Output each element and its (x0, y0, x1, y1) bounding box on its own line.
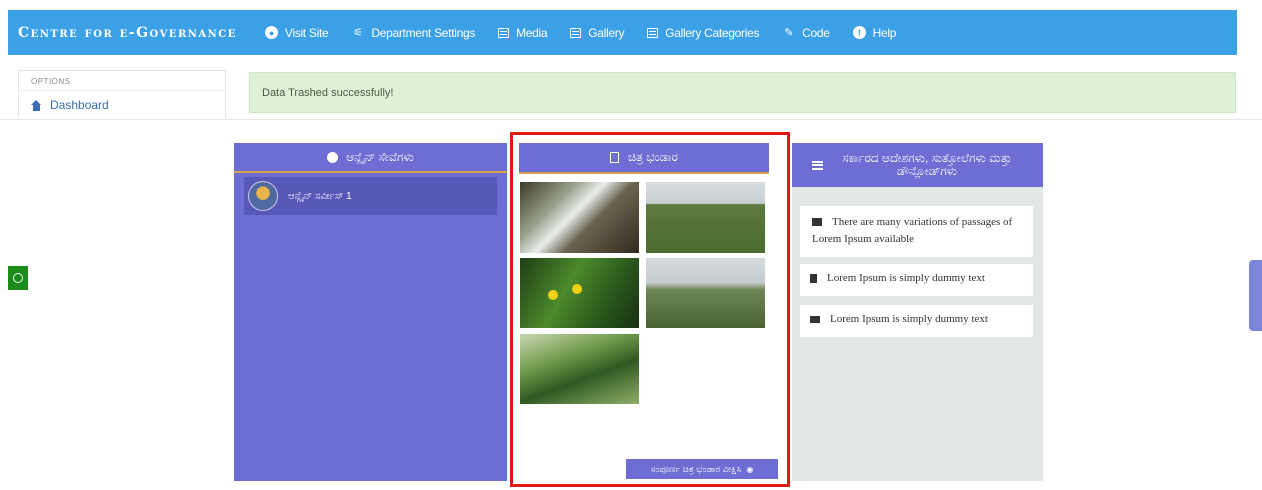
nav-code[interactable]: ✎ Code (782, 26, 830, 40)
gallery-thumbnail-flowers[interactable] (520, 258, 639, 328)
gallery-categories-icon (647, 27, 659, 38)
nav-code-label: Code (802, 25, 830, 40)
media-icon (498, 27, 510, 38)
nav-help-label: Help (872, 25, 897, 40)
nav-media[interactable]: Media (498, 25, 548, 40)
home-icon (31, 99, 42, 111)
flower-shape (548, 290, 558, 300)
eye-icon: ◉ (746, 464, 754, 474)
online-services-title: ಆನ್ಲೈನ್ ಸೇವೆಗಳು (346, 149, 414, 164)
service-avatar (248, 181, 278, 211)
briefcase-icon (812, 218, 822, 227)
gallery-thumbnail-waterfall[interactable] (520, 182, 639, 253)
success-alert: Data Trashed successfully! (249, 72, 1236, 113)
nav-gallery-categories-label: Gallery Categories (665, 25, 760, 40)
book-icon (810, 273, 817, 283)
documents-header: ಸರ್ಕಾರದ ಆದೇಶಗಳು, ಸುತ್ತೋಲೆಗಳು ಮತ್ತು ಡೌನ್ಲ… (792, 143, 1043, 187)
online-service-label: ಆನ್ಲೈನ್ ಸರ್ವೀಸ್ 1 (288, 190, 352, 202)
online-service-item[interactable]: ಆನ್ಲೈನ್ ಸರ್ವೀಸ್ 1 (244, 177, 497, 215)
gallery-title: ಚಿತ್ರ ಭಂಡಾರ (627, 150, 678, 164)
options-panel: OPTIONS Dashboard (18, 70, 226, 118)
documents-title: ಸರ್ಕಾರದ ಆದೇಶಗಳು, ಸುತ್ತೋಲೆಗಳು ಮತ್ತು ಡೌನ್ಲ… (842, 151, 1012, 178)
flower-shape (572, 284, 582, 294)
globe-icon: ● (264, 26, 278, 39)
top-navbar: Centre for e-Governance ● Visit Site ⚟ D… (8, 10, 1237, 55)
nav-gallery[interactable]: Gallery (570, 26, 624, 40)
options-heading: OPTIONS (19, 71, 225, 91)
document-item-label: There are many variations of passages of… (812, 216, 1013, 245)
nav-visit-site[interactable]: ● Visit Site (264, 25, 329, 40)
document-item[interactable]: Lorem Ipsum is simply dummy text (800, 305, 1033, 337)
document-item-label: Lorem Ipsum is simply dummy text (830, 313, 988, 325)
online-services-header: ಆನ್ಲೈನ್ ಸೇವೆಗಳು (234, 143, 507, 173)
document-item[interactable]: Lorem Ipsum is simply dummy text (800, 264, 1033, 296)
whatsapp-button[interactable] (8, 266, 28, 290)
document-item-label: Lorem Ipsum is simply dummy text (827, 272, 985, 284)
gallery-header: ಚಿತ್ರ ಭಂಡಾರ (519, 143, 769, 174)
gallery-icon (570, 27, 582, 38)
view-all-gallery-button[interactable]: ಸಂಪೂರ್ಣ ಚಿತ್ರ ಭಂಡಾರ ವೀಕ್ಷಿಸಿ ◉ (626, 459, 778, 479)
dashboard-link[interactable]: Dashboard (19, 91, 225, 119)
list-icon (810, 315, 820, 323)
info-icon: ! (852, 26, 866, 39)
sliders-icon: ⚟ (353, 27, 363, 39)
view-all-gallery-label: ಸಂಪೂರ್ಣ ಚಿತ್ರ ಭಂಡಾರ ವೀಕ್ಷಿಸಿ (650, 463, 742, 474)
nav-department-settings[interactable]: ⚟ Department Settings (351, 26, 475, 40)
divider (0, 119, 1262, 120)
gallery-thumbnail-grass[interactable] (520, 334, 639, 404)
image-file-icon (609, 152, 619, 163)
nav-department-settings-label: Department Settings (371, 25, 476, 40)
gallery-thumbnail-mountain[interactable] (646, 258, 765, 328)
dashboard-label: Dashboard (50, 98, 109, 112)
nav-media-label: Media (516, 25, 548, 40)
side-feedback-tab[interactable] (1249, 260, 1262, 331)
nav-help[interactable]: ! Help (852, 25, 897, 40)
brand-title[interactable]: Centre for e-Governance (18, 25, 237, 41)
nav-visit-site-label: Visit Site (284, 25, 329, 40)
whatsapp-icon (13, 273, 23, 283)
list-icon (812, 160, 823, 170)
gallery-thumbnail-hill[interactable] (646, 182, 765, 253)
globe-icon (327, 151, 339, 163)
nav-gallery-label: Gallery (588, 25, 625, 40)
online-services-panel: ಆನ್ಲೈನ್ ಸೇವೆಗಳು ಆನ್ಲೈನ್ ಸರ್ವೀಸ್ 1 (234, 143, 507, 481)
nav-gallery-categories[interactable]: Gallery Categories (647, 26, 759, 40)
pencil-icon: ✎ (784, 27, 794, 39)
document-item[interactable]: There are many variations of passages of… (800, 206, 1033, 257)
